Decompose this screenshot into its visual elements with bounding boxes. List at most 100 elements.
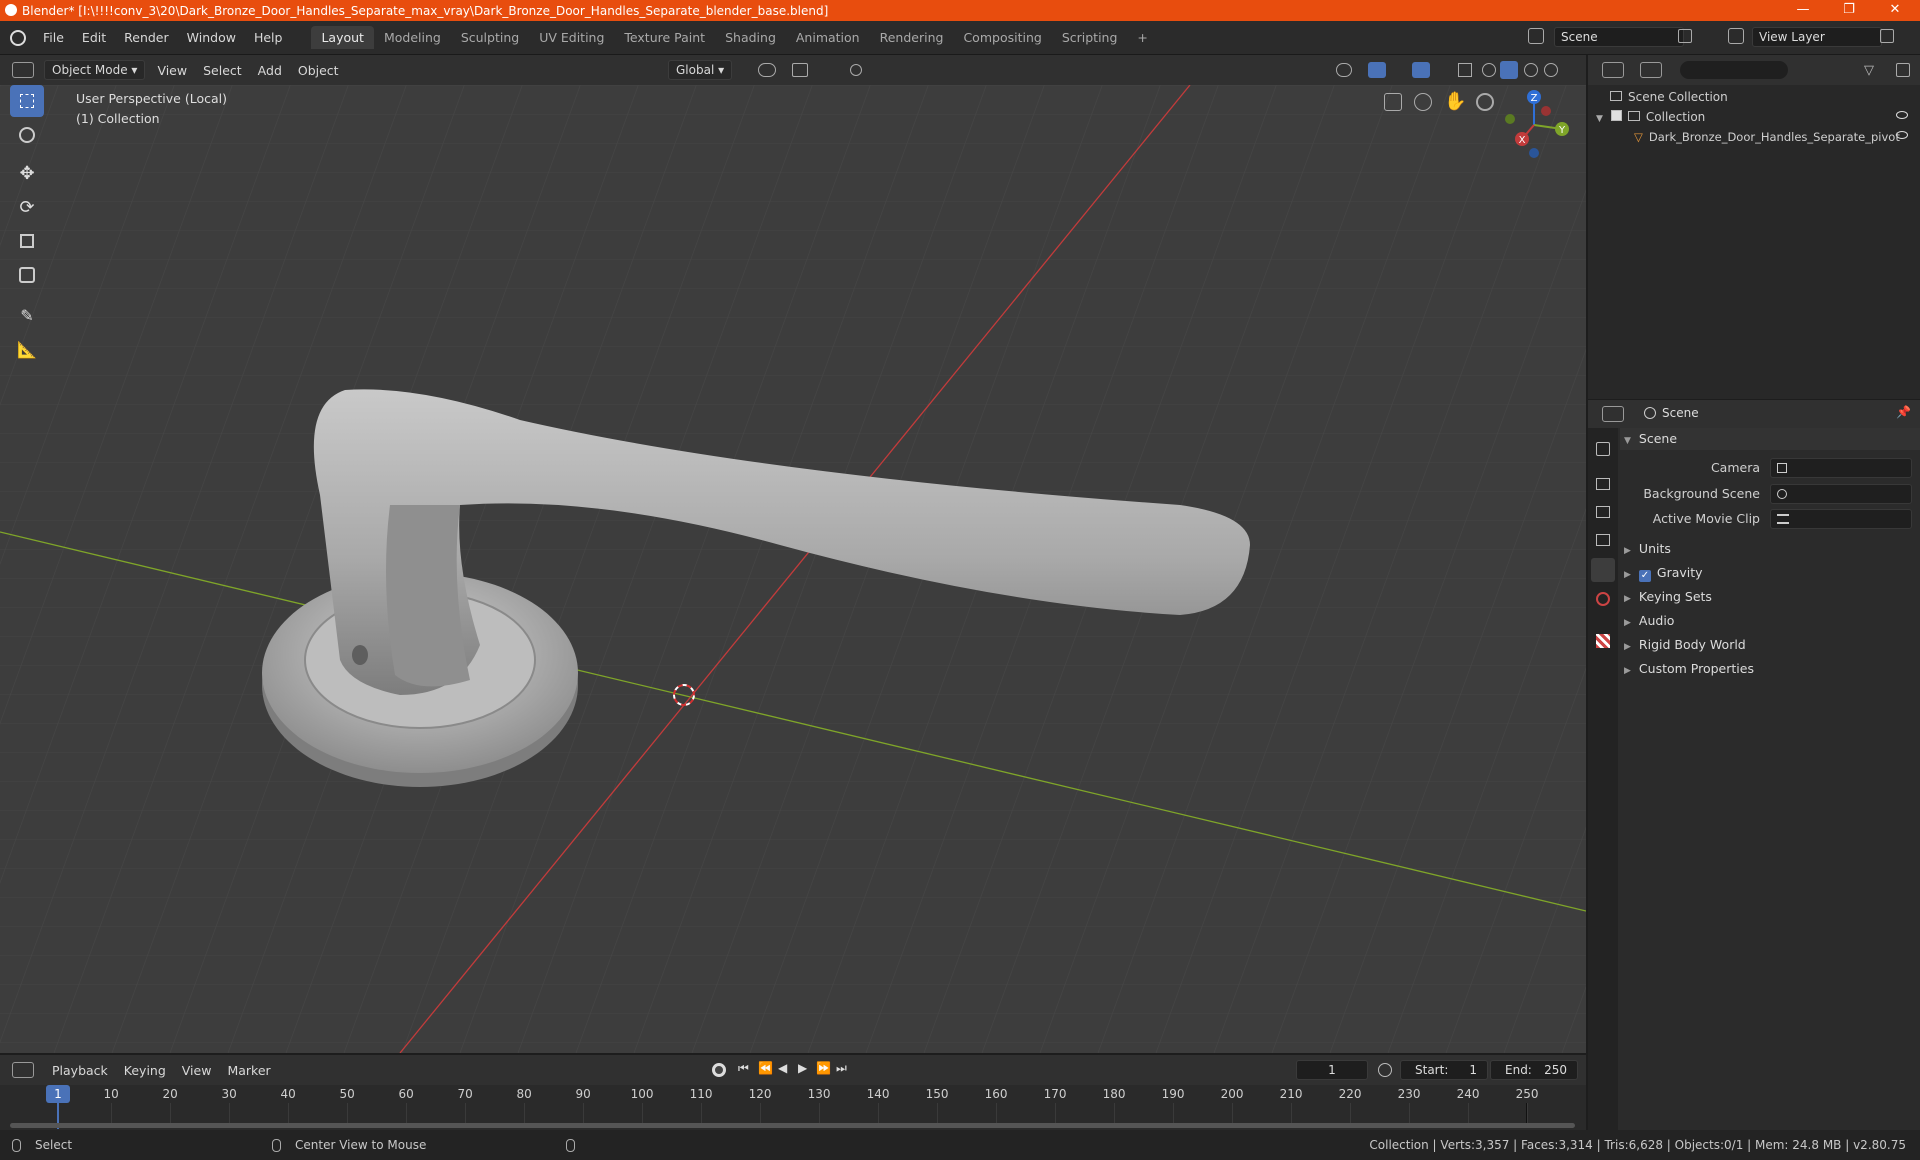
custom-properties-section[interactable]: ▶ Custom Properties — [1624, 658, 1754, 680]
gravity-checkbox[interactable]: ✓ — [1638, 570, 1651, 582]
display-mode-icon[interactable] — [1640, 62, 1662, 78]
viewport-menu-view[interactable]: View — [149, 63, 195, 78]
blender-menu-icon[interactable] — [10, 29, 26, 46]
restore-button[interactable]: ❐ — [1826, 0, 1872, 21]
cursor-tool[interactable] — [10, 119, 44, 151]
expand-collection-icon[interactable]: ▼ — [1596, 114, 1603, 124]
menu-window[interactable]: Window — [178, 30, 245, 45]
view-layer-tab-icon[interactable] — [1596, 534, 1610, 546]
new-view-layer-icon[interactable] — [1880, 29, 1894, 43]
collection-visibility-eye-icon[interactable] — [1896, 111, 1908, 119]
add-workspace-button[interactable]: + — [1127, 26, 1157, 49]
playhead-marker[interactable]: 1 — [46, 1085, 70, 1103]
record-button[interactable] — [712, 1063, 726, 1077]
overlay-toggle-icon[interactable] — [1412, 62, 1430, 78]
view-layer-icon[interactable] — [1728, 28, 1744, 44]
audio-section[interactable]: ▶ Audio — [1624, 610, 1674, 632]
new-scene-icon[interactable] — [1678, 29, 1692, 43]
orientation-selector[interactable]: Global ▾ — [668, 60, 733, 80]
tab-sculpting[interactable]: Sculpting — [451, 26, 529, 49]
xray-icon[interactable] — [1458, 63, 1472, 77]
tab-shading[interactable]: Shading — [715, 26, 786, 49]
menu-render[interactable]: Render — [115, 30, 178, 45]
preview-range-icon[interactable] — [1378, 1063, 1392, 1077]
properties-editor-icon[interactable] — [1602, 406, 1624, 422]
units-section[interactable]: ▶ Units — [1624, 538, 1671, 560]
menu-edit[interactable]: Edit — [73, 30, 115, 45]
outliner-editor-icon[interactable] — [1602, 62, 1624, 78]
material-shading-icon[interactable] — [1524, 63, 1538, 77]
object-row[interactable]: ▽ Dark_Bronze_Door_Handles_Separate_pivot — [1634, 127, 1900, 147]
prev-keyframe-icon[interactable]: ⏪ — [758, 1061, 773, 1075]
close-button[interactable]: ✕ — [1872, 0, 1918, 21]
scene-selector-icon[interactable] — [1528, 28, 1544, 44]
menu-file[interactable]: File — [34, 30, 73, 45]
timeline-menu-keying[interactable]: Keying — [116, 1063, 174, 1078]
mode-selector[interactable]: Object Mode ▾ — [44, 60, 146, 80]
tool-tab-icon[interactable] — [1596, 442, 1610, 456]
view-layer-field[interactable]: View Layer — [1752, 27, 1882, 47]
pivot-icon[interactable] — [758, 63, 776, 77]
wireframe-shading-icon[interactable] — [1482, 63, 1496, 77]
3d-viewport[interactable]: User Perspective (Local) (1) Collection … — [0, 85, 1586, 1053]
timeline-menu-playback[interactable]: Playback — [44, 1063, 116, 1078]
proportional-edit-icon[interactable] — [850, 64, 862, 76]
viewport-menu-add[interactable]: Add — [250, 63, 290, 78]
world-tab-icon[interactable] — [1596, 592, 1610, 606]
tab-modeling[interactable]: Modeling — [374, 26, 451, 49]
play-icon[interactable]: ▶ — [798, 1061, 807, 1075]
scene-panel-header[interactable]: ▼ Scene — [1620, 428, 1920, 450]
active-movie-clip-field[interactable] — [1770, 509, 1912, 529]
next-keyframe-icon[interactable]: ⏩ — [816, 1061, 831, 1075]
solid-shading-icon[interactable] — [1500, 61, 1518, 79]
rotate-tool[interactable]: ⟳ — [10, 191, 44, 223]
filter-icon[interactable]: ▽ — [1864, 63, 1874, 78]
start-frame-field[interactable]: Start: 1 — [1400, 1060, 1488, 1080]
toggle-camera-view-icon[interactable] — [1384, 93, 1402, 111]
object-visibility-eye-icon[interactable] — [1896, 131, 1908, 139]
pin-icon[interactable]: 📌 — [1896, 405, 1911, 419]
timeline-scrollbar[interactable] — [10, 1123, 1575, 1128]
scene-collection-row[interactable]: Scene Collection — [1610, 87, 1728, 107]
viewport-menu-select[interactable]: Select — [195, 63, 250, 78]
tab-rendering[interactable]: Rendering — [870, 26, 954, 49]
camera-icon[interactable] — [1414, 93, 1432, 111]
keying-sets-section[interactable]: ▶ Keying Sets — [1624, 586, 1712, 608]
timeline-menu-marker[interactable]: Marker — [219, 1063, 278, 1078]
background-scene-field[interactable] — [1770, 484, 1912, 504]
timeline-editor-icon[interactable] — [12, 1062, 34, 1078]
tab-compositing[interactable]: Compositing — [953, 26, 1051, 49]
texture-tab-icon[interactable] — [1596, 634, 1610, 648]
tab-layout[interactable]: Layout — [311, 26, 374, 49]
collection-row[interactable]: ▼ Collection — [1596, 107, 1705, 127]
outliner-search-input[interactable] — [1680, 61, 1788, 79]
output-tab-icon[interactable] — [1596, 506, 1610, 518]
collection-checkbox[interactable] — [1610, 110, 1622, 121]
timeline-body[interactable]: 10 20 30 40 50 60 70 80 90 100 110 120 130 140 150 160 1… — [0, 1085, 1586, 1130]
jump-start-icon[interactable]: ⏮ — [738, 1061, 749, 1076]
scene-tab-icon[interactable] — [1591, 558, 1615, 582]
annotate-tool[interactable]: ✎ — [10, 299, 44, 331]
menu-help[interactable]: Help — [245, 30, 292, 45]
select-box-tool[interactable] — [10, 85, 44, 117]
minimize-button[interactable]: — — [1780, 0, 1826, 21]
end-frame-field[interactable]: End: 250 — [1490, 1060, 1578, 1080]
visibility-icon[interactable] — [1336, 63, 1352, 77]
gravity-section[interactable]: ▶ ✓ Gravity — [1624, 562, 1703, 584]
scale-tool[interactable] — [10, 225, 44, 257]
play-reverse-icon[interactable]: ◀ — [778, 1061, 787, 1075]
gizmo-toggle-icon[interactable] — [1368, 62, 1386, 78]
transform-tool[interactable] — [10, 259, 44, 291]
render-tab-icon[interactable] — [1596, 478, 1610, 490]
jump-end-icon[interactable]: ⏭ — [836, 1061, 847, 1076]
current-frame-field[interactable]: 1 — [1296, 1060, 1368, 1080]
move-tool[interactable]: ✥ — [10, 157, 44, 189]
tab-texture-paint[interactable]: Texture Paint — [614, 26, 715, 49]
rendered-shading-icon[interactable] — [1544, 63, 1558, 77]
snap-icon[interactable] — [792, 63, 808, 77]
navigation-gizmo[interactable]: Z Y X — [1500, 85, 1580, 165]
editor-type-icon[interactable] — [12, 62, 34, 78]
timeline-menu-view[interactable]: View — [174, 1063, 220, 1078]
camera-field[interactable] — [1770, 458, 1912, 478]
tab-uv-editing[interactable]: UV Editing — [529, 26, 614, 49]
